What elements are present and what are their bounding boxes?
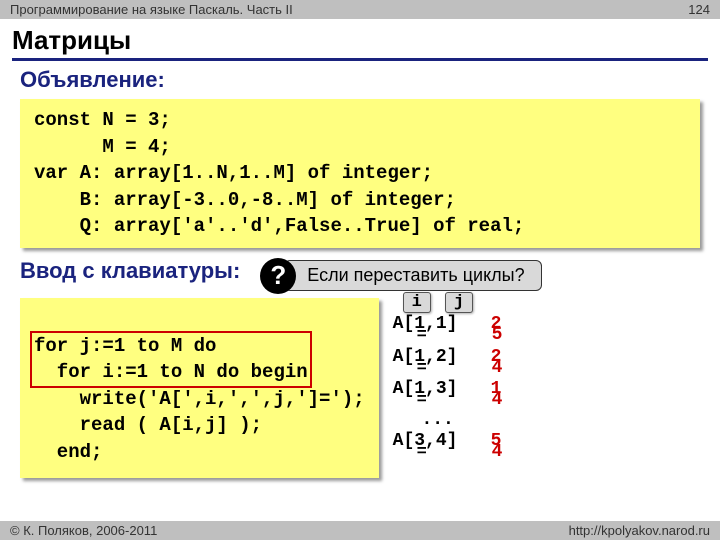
code-line-5: end;	[34, 441, 102, 463]
code-line-2: for i:=1 to N do begin	[34, 361, 308, 383]
output-row-1a: A[1,1] 2 5 =	[393, 314, 704, 335]
footer-url: http://kpolyakov.narod.ru	[569, 523, 710, 538]
output-dots: ...	[393, 410, 704, 431]
page-title: Матрицы	[0, 19, 720, 58]
code-line-3: write('A[',i,',',j,']=');	[34, 388, 365, 410]
callout-text: Если переставить циклы?	[284, 260, 541, 291]
callout: ? Если переставить циклы?	[260, 258, 541, 294]
loop-highlight: for j:=1 to M do for i:=1 to N do begin	[30, 331, 312, 388]
breadcrumb: Программирование на языке Паскаль. Часть…	[10, 2, 293, 17]
page-number: 124	[688, 2, 710, 17]
question-icon: ?	[260, 258, 296, 294]
code-line-4: read ( A[i,j] );	[34, 414, 262, 436]
section-declaration: Объявление:	[0, 67, 720, 99]
header-bar: Программирование на языке Паскаль. Часть…	[0, 0, 720, 19]
code-line-1: for j:=1 to M do	[34, 335, 216, 357]
footer-bar: © К. Поляков, 2006-2011 http://kpolyakov…	[0, 521, 720, 540]
output-column: i j A[1,1] 2 5 = A[1,2] 2 4 = A[1,3] 1 4…	[393, 298, 704, 451]
output-row-3a: A[1,3] 1 4 =	[393, 379, 704, 400]
code-declaration: const N = 3; M = 4; var A: array[1..N,1.…	[20, 99, 700, 248]
chip-j: j	[445, 292, 473, 313]
output-row-2a: A[1,2] 2 4 =	[393, 347, 704, 368]
chip-i: i	[403, 292, 431, 313]
copyright: © К. Поляков, 2006-2011	[10, 523, 157, 538]
title-underline	[12, 58, 708, 61]
output-row-4a: A[3,4] 5 4 =	[393, 431, 704, 452]
code-input: for j:=1 to M do for i:=1 to N do begin …	[20, 298, 379, 478]
section-input: Ввод с клавиатуры:	[20, 258, 240, 284]
